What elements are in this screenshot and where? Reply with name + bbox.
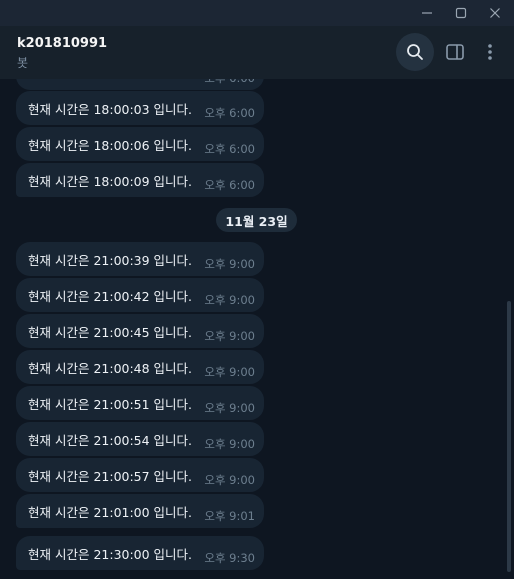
close-button[interactable]: [478, 0, 512, 26]
message-list[interactable]: 오후 6:00 현재 시간은 18:00:03 입니다. 오후 6:00 현재 …: [0, 79, 514, 579]
date-separator: 11월 23일: [216, 208, 297, 232]
more-button[interactable]: [471, 33, 509, 71]
maximize-icon: [455, 7, 467, 19]
window-titlebar: [0, 0, 514, 26]
message-bubble[interactable]: 현재 시간은 21:01:00 입니다. 오후 9:01: [16, 494, 264, 528]
message-time: 오후 6:00: [204, 79, 255, 86]
message-text: 현재 시간은 21:00:42 입니다.: [28, 289, 193, 304]
minimize-button[interactable]: [410, 0, 444, 26]
message-bubble[interactable]: 현재 시간은 21:00:42 입니다. 오후 9:00: [16, 278, 264, 312]
message-time: 오후 9:30: [204, 551, 255, 565]
message-bubble[interactable]: 현재 시간은 18:00:09 입니다. 오후 6:00: [16, 163, 264, 197]
close-icon: [490, 8, 500, 18]
message-time: 오후 9:00: [204, 329, 255, 343]
message-bubble[interactable]: 현재 시간은 21:00:39 입니다. 오후 9:00: [16, 242, 264, 276]
message-time: 오후 6:00: [204, 178, 255, 192]
message-text: 현재 시간은 18:00:06 입니다.: [28, 138, 193, 153]
message-time: 오후 9:00: [204, 365, 255, 379]
message-bubble[interactable]: 현재 시간은 18:00:03 입니다. 오후 6:00: [16, 91, 264, 125]
message-time: 오후 6:00: [204, 106, 255, 120]
search-button[interactable]: [396, 33, 434, 71]
more-vertical-icon: [488, 44, 492, 60]
message-text: 현재 시간은 18:00:03 입니다.: [28, 102, 193, 117]
chat-title[interactable]: k201810991: [17, 36, 107, 51]
chat-status: 봇: [17, 56, 29, 70]
message-text: 현재 시간은 21:00:39 입니다.: [28, 253, 193, 268]
message-time: 오후 6:00: [204, 142, 255, 156]
message-text: 현재 시간은 21:00:54 입니다.: [28, 433, 193, 448]
message-bubble[interactable]: 현재 시간은 21:30:00 입니다. 오후 9:30: [16, 536, 264, 570]
minimize-icon: [422, 12, 432, 14]
message-time: 오후 9:01: [204, 509, 255, 523]
maximize-button[interactable]: [444, 0, 478, 26]
chat-header: k201810991 봇: [0, 26, 514, 79]
message-time: 오후 9:00: [204, 293, 255, 307]
message-bubble[interactable]: 현재 시간은 18:00:06 입니다. 오후 6:00: [16, 127, 264, 161]
message-bubble[interactable]: 오후 6:00: [16, 79, 264, 90]
message-text: 현재 시간은 21:30:00 입니다.: [28, 547, 193, 562]
message-time: 오후 9:00: [204, 401, 255, 415]
message-text: 현재 시간은 21:00:45 입니다.: [28, 325, 193, 340]
message-text: 현재 시간은 21:00:48 입니다.: [28, 361, 193, 376]
message-bubble[interactable]: 현재 시간은 21:00:54 입니다. 오후 9:00: [16, 422, 264, 456]
message-text: 현재 시간은 21:00:57 입니다.: [28, 469, 193, 484]
search-icon: [407, 44, 423, 60]
message-bubble[interactable]: 현재 시간은 21:00:57 입니다. 오후 9:00: [16, 458, 264, 492]
sidebar-toggle-icon: [446, 44, 464, 60]
message-time: 오후 9:00: [204, 437, 255, 451]
sidebar-toggle-button[interactable]: [436, 33, 474, 71]
message-time: 오후 9:00: [204, 257, 255, 271]
message-time: 오후 9:00: [204, 473, 255, 487]
message-bubble[interactable]: 현재 시간은 21:00:45 입니다. 오후 9:00: [16, 314, 264, 348]
message-text: 현재 시간은 21:00:51 입니다.: [28, 397, 193, 412]
message-text: 현재 시간은 21:01:00 입니다.: [28, 505, 193, 520]
scrollbar[interactable]: [507, 301, 511, 572]
message-bubble[interactable]: 현재 시간은 21:00:51 입니다. 오후 9:00: [16, 386, 264, 420]
message-text: 현재 시간은 18:00:09 입니다.: [28, 174, 193, 189]
message-bubble[interactable]: 현재 시간은 21:00:48 입니다. 오후 9:00: [16, 350, 264, 384]
